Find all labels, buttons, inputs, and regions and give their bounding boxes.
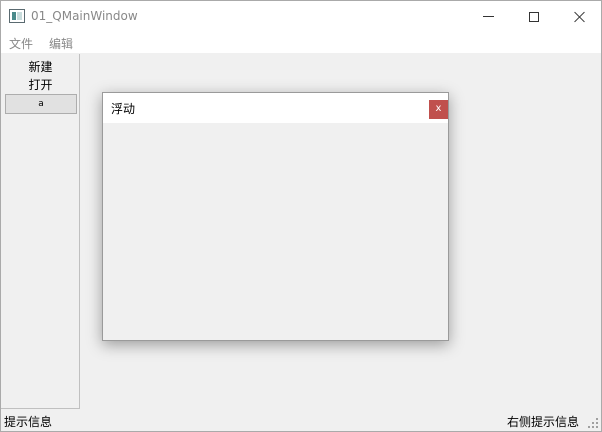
menu-file[interactable]: 文件 (9, 35, 33, 52)
dock-panel: 新建 打开 a (1, 54, 80, 409)
dock-new-label: 新建 (28, 60, 53, 74)
app-window-icon (9, 9, 25, 23)
floating-dock-window[interactable]: 浮动 x (102, 92, 449, 341)
title-bar[interactable]: 01_QMainWindow (1, 1, 601, 32)
minimize-icon (482, 16, 494, 17)
close-icon (574, 11, 586, 23)
minimize-button[interactable] (465, 1, 511, 32)
floating-title: 浮动 (111, 102, 136, 116)
status-bar: 提示信息 右侧提示信息 (1, 410, 601, 431)
close-window-button[interactable] (557, 1, 602, 32)
maximize-icon (529, 11, 539, 22)
status-left-text: 提示信息 (4, 415, 53, 429)
size-grip[interactable] (587, 417, 599, 429)
status-right-text: 右侧提示信息 (506, 415, 579, 429)
maximize-button[interactable] (511, 1, 557, 32)
floating-title-bar[interactable]: 浮动 x (103, 93, 448, 123)
window-title: 01_QMainWindow (31, 9, 138, 23)
dock-a-button[interactable]: a (5, 94, 77, 114)
dock-open-label: 打开 (28, 78, 53, 92)
floating-close-button[interactable]: x (429, 100, 448, 119)
menu-edit[interactable]: 编辑 (49, 35, 73, 52)
menu-bar: 文件 编辑 (1, 32, 601, 53)
main-window: 01_QMainWindow 文件 编辑 新建 打开 a 浮动 x 提示信息 右… (0, 0, 602, 432)
